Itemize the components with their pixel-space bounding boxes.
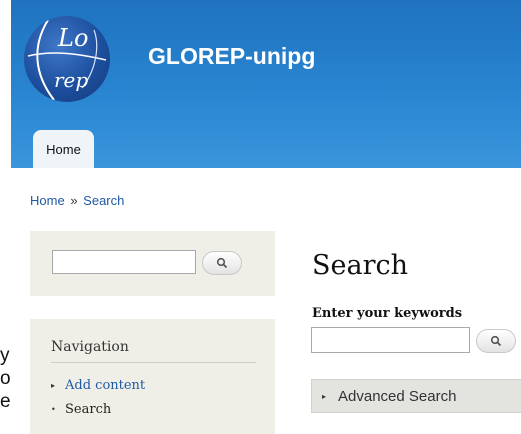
nav-item-label[interactable]: Add content [65, 378, 145, 393]
page-title: Search [312, 250, 408, 281]
breadcrumb-search-link[interactable]: Search [83, 193, 124, 208]
sidebar-search-button[interactable] [202, 251, 242, 275]
site-header: Lo rep GLOREP-unipg Home [11, 0, 521, 168]
breadcrumb-separator: » [70, 193, 78, 208]
keywords-search-button[interactable] [476, 329, 516, 353]
keywords-input[interactable] [311, 327, 470, 353]
triangle-bullet-icon: ▸ [51, 381, 56, 390]
site-name[interactable]: GLOREP-unipg [148, 43, 315, 70]
triangle-right-icon: ▸ [322, 391, 327, 401]
tab-home[interactable]: Home [33, 130, 94, 168]
site-logo[interactable]: Lo rep [24, 16, 110, 102]
sidebar-search-input[interactable] [52, 250, 196, 274]
breadcrumb-home-link[interactable]: Home [30, 193, 65, 208]
nav-item-add-content[interactable]: ▸ Add content [51, 378, 145, 393]
sidebar-search-block [30, 231, 275, 296]
navigation-divider [51, 362, 256, 363]
navigation-block: Navigation ▸ Add content • Search [30, 319, 275, 434]
cut-off-text: y [0, 345, 10, 366]
magnifier-icon [490, 335, 502, 347]
advanced-search-label: Advanced Search [338, 387, 457, 405]
logo-top-text: Lo [58, 24, 89, 52]
nav-item-search[interactable]: • Search [51, 402, 111, 417]
keywords-label: Enter your keywords [312, 306, 463, 321]
nav-item-label[interactable]: Search [65, 402, 111, 417]
cut-off-text: o [0, 368, 11, 389]
advanced-search-toggle[interactable]: ▸ Advanced Search [311, 379, 521, 413]
cut-off-text: e [0, 391, 11, 412]
logo-bottom-text: rep [54, 68, 89, 92]
magnifier-icon [216, 257, 228, 269]
navigation-title: Navigation [51, 339, 129, 355]
breadcrumb: Home » Search [30, 193, 124, 208]
dot-bullet-icon: • [51, 405, 56, 414]
